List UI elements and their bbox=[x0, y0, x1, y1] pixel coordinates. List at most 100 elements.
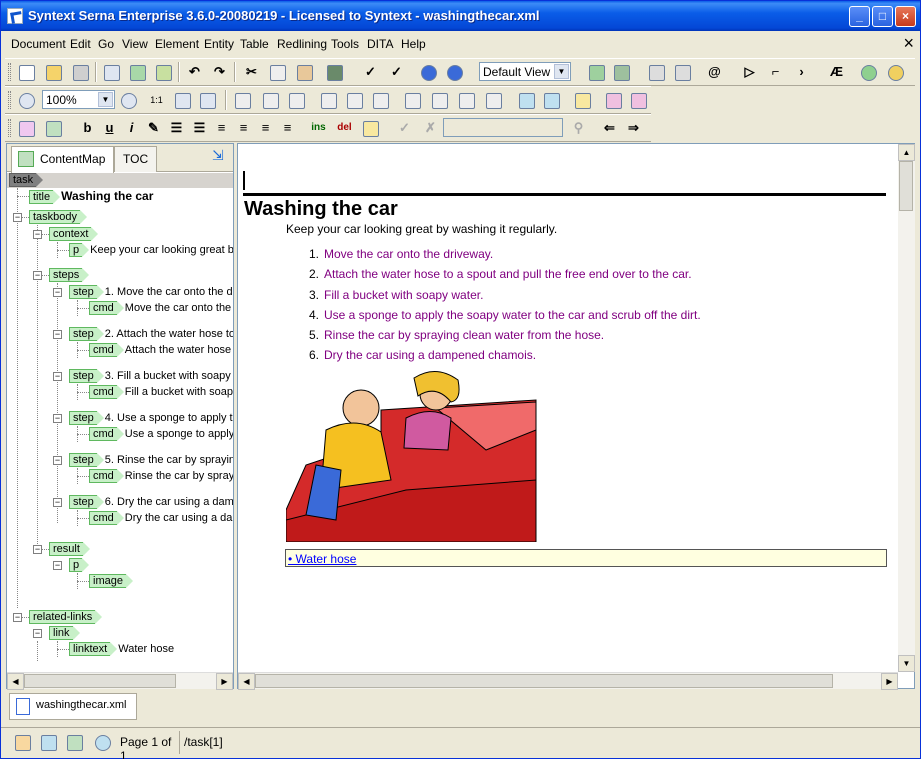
tree-node-link[interactable]: link bbox=[49, 626, 81, 641]
align-right-icon[interactable]: ≡ bbox=[254, 117, 277, 139]
justify-icon[interactable]: ≡ bbox=[276, 117, 299, 139]
collapse-toggle[interactable]: − bbox=[53, 330, 62, 339]
validate-icon[interactable] bbox=[585, 61, 608, 83]
context-help-icon[interactable] bbox=[443, 61, 466, 83]
close-button[interactable]: × bbox=[895, 6, 916, 27]
collapse-toggle[interactable]: − bbox=[33, 545, 42, 554]
note-icon[interactable] bbox=[571, 89, 594, 111]
tree-node-step[interactable]: step 1. Move the car onto the dri bbox=[69, 285, 233, 300]
insert-row-icon[interactable] bbox=[285, 89, 308, 111]
tree-node-cmd[interactable]: cmd Attach the water hose t bbox=[89, 343, 233, 358]
editor-horizontal-scrollbar[interactable]: ◀ ▶ bbox=[238, 672, 898, 690]
print-preview-icon[interactable] bbox=[126, 61, 149, 83]
prev-change-icon[interactable]: ⇐ bbox=[598, 117, 621, 139]
tree-horizontal-scrollbar[interactable]: ◀ ▶ bbox=[7, 672, 233, 690]
delete-table-icon[interactable] bbox=[317, 89, 340, 111]
new-document-icon[interactable] bbox=[15, 61, 38, 83]
menu-redlining[interactable]: Redlining bbox=[277, 37, 327, 51]
accept-change-icon[interactable]: ✓ bbox=[393, 117, 416, 139]
scroll-left-icon[interactable]: ◀ bbox=[238, 673, 255, 690]
print-icon[interactable] bbox=[100, 61, 123, 83]
tree-node-cmd[interactable]: cmd Dry the car using a dam bbox=[89, 511, 233, 526]
document-tab[interactable]: washingthecar.xml bbox=[9, 693, 137, 720]
tree-node-cmd[interactable]: cmd Fill a bucket with soapy bbox=[89, 385, 233, 400]
menu-element[interactable]: Element bbox=[155, 37, 199, 51]
track-insert-button[interactable]: ins bbox=[307, 117, 330, 139]
ae-icon[interactable]: Æ bbox=[825, 61, 848, 83]
collapse-toggle[interactable]: − bbox=[53, 372, 62, 381]
collapse-toggle[interactable]: − bbox=[53, 414, 62, 423]
menu-document[interactable]: Document bbox=[11, 37, 66, 51]
merge-cell-icon[interactable] bbox=[428, 89, 451, 111]
fit-width-icon[interactable] bbox=[196, 89, 219, 111]
collapse-toggle[interactable]: − bbox=[33, 271, 42, 280]
tree-node-step[interactable]: step 5. Rinse the car by spraying bbox=[69, 453, 233, 468]
menu-table[interactable]: Table bbox=[240, 37, 269, 51]
help-icon[interactable] bbox=[417, 61, 440, 83]
document-title[interactable]: Washing the car bbox=[244, 198, 398, 221]
toolbar-grip[interactable] bbox=[8, 63, 11, 81]
scroll-right-icon[interactable]: ▶ bbox=[216, 673, 233, 690]
title-bar[interactable]: Syntext Serna Enterprise 3.6.0-20080219 … bbox=[1, 1, 920, 31]
spellcheck-icon[interactable]: ✓ bbox=[359, 61, 382, 83]
tree-node-result-p[interactable]: p bbox=[69, 558, 90, 573]
collapse-toggle[interactable]: − bbox=[33, 230, 42, 239]
split-cell-icon[interactable] bbox=[401, 89, 424, 111]
insert-column-icon[interactable] bbox=[259, 89, 282, 111]
zoom-out-icon[interactable] bbox=[15, 89, 38, 111]
next-change-icon[interactable]: ⇒ bbox=[622, 117, 645, 139]
tree-node-linktext[interactable]: linktext Water hose bbox=[69, 642, 174, 657]
document-editor[interactable]: Washing the car Keep your car looking gr… bbox=[237, 143, 915, 690]
annotate-icon[interactable] bbox=[359, 117, 382, 139]
tab-toc[interactable]: TOC bbox=[114, 146, 158, 172]
tree-node-step[interactable]: step 3. Fill a bucket with soapy w bbox=[69, 369, 233, 384]
tree-node-image[interactable]: image bbox=[89, 574, 134, 589]
zoom-in-icon[interactable] bbox=[117, 89, 140, 111]
tree-node-steps[interactable]: steps bbox=[49, 268, 90, 283]
view-select[interactable]: Default View ▼ bbox=[479, 62, 571, 81]
open-folder-icon[interactable] bbox=[42, 61, 65, 83]
menu-tools[interactable]: Tools bbox=[331, 37, 359, 51]
scroll-right-icon[interactable]: ▶ bbox=[881, 673, 898, 690]
collapse-toggle[interactable]: − bbox=[53, 561, 62, 570]
step-item[interactable]: 4. Use a sponge to apply the soapy water … bbox=[300, 308, 701, 328]
chevron-right-icon[interactable]: › bbox=[790, 61, 813, 83]
edit-attributes-alt-icon[interactable] bbox=[627, 89, 650, 111]
zoom-actual-size-button[interactable]: 1:1 bbox=[145, 89, 168, 111]
contentmap-toggle-icon[interactable] bbox=[63, 731, 86, 753]
menu-dita[interactable]: DITA bbox=[367, 37, 393, 51]
refresh-transform-icon[interactable] bbox=[671, 61, 694, 83]
fit-height-icon[interactable] bbox=[171, 89, 194, 111]
chevron-down-icon[interactable]: ▼ bbox=[554, 64, 569, 79]
track-delete-button[interactable]: del bbox=[333, 117, 356, 139]
scroll-thumb[interactable] bbox=[899, 161, 913, 211]
step-item[interactable]: 5. Rinse the car by spraying clean water … bbox=[300, 328, 701, 348]
tree-node-step[interactable]: step 4. Use a sponge to apply th bbox=[69, 411, 233, 426]
highlight-icon[interactable]: ✎ bbox=[142, 117, 165, 139]
step-item[interactable]: 2. Attach the water hose to a spout and p… bbox=[300, 267, 701, 287]
transform-icon[interactable] bbox=[645, 61, 668, 83]
tree-node-cmd[interactable]: cmd Use a sponge to apply t bbox=[89, 427, 233, 442]
numbered-list-icon[interactable]: ☰ bbox=[165, 117, 188, 139]
toolbar-grip[interactable] bbox=[8, 91, 11, 109]
document-intro[interactable]: Keep your car looking great by washing i… bbox=[286, 222, 557, 236]
underline-button[interactable]: u bbox=[98, 117, 121, 139]
redo-icon[interactable]: ↷ bbox=[208, 61, 231, 83]
spellcheck-as-you-type-icon[interactable]: ✓ bbox=[385, 61, 408, 83]
tree-node-result[interactable]: result bbox=[49, 542, 91, 557]
reject-change-icon[interactable]: ✗ bbox=[419, 117, 442, 139]
align-left-icon[interactable]: ≡ bbox=[210, 117, 233, 139]
water-hose-link[interactable]: • Water hose bbox=[288, 552, 356, 566]
menu-help[interactable]: Help bbox=[401, 37, 426, 51]
structure-icon[interactable] bbox=[11, 731, 34, 753]
tree-node-task[interactable]: task bbox=[9, 173, 44, 188]
insert-before-icon[interactable] bbox=[515, 89, 538, 111]
tree-node-title[interactable]: title Washing the car bbox=[29, 189, 153, 204]
paste-icon[interactable] bbox=[293, 61, 316, 83]
sync-cursor-icon[interactable]: ⇲ bbox=[212, 147, 224, 164]
collapse-toggle[interactable]: − bbox=[53, 498, 62, 507]
at-symbol-icon[interactable]: @ bbox=[703, 61, 726, 83]
insert-table-icon[interactable] bbox=[231, 89, 254, 111]
undo-icon[interactable]: ↶ bbox=[183, 61, 206, 83]
step-item[interactable]: 6. Dry the car using a dampened chamois. bbox=[300, 348, 701, 368]
